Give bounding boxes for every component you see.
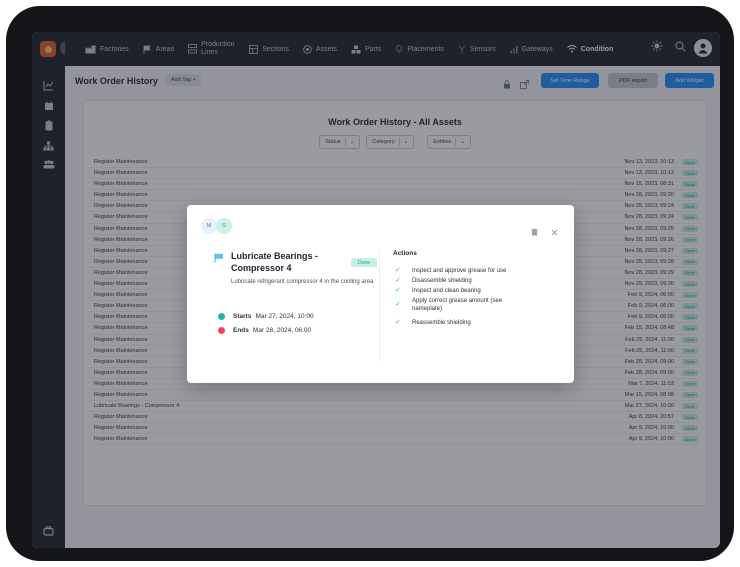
delete-icon[interactable] xyxy=(531,223,538,241)
modal-divider xyxy=(379,250,380,362)
action-item: ✓ Apply correct grease amount (see namepl… xyxy=(395,297,545,313)
ends-value: Mar 28, 2024, 06:00 xyxy=(252,327,312,334)
work-order-title: Lubricate Bearings - Compressor 4 xyxy=(231,251,319,273)
action-item: ✓ Inspect and approve grease for use xyxy=(395,267,545,275)
ends-label: Ends xyxy=(233,327,249,334)
start-time: Starts Mar 27, 2024, 10:00 xyxy=(218,313,314,320)
check-icon: ✓ xyxy=(395,277,401,284)
action-item: ✓ Reassemble shielding xyxy=(395,319,545,327)
avatar: M xyxy=(201,218,217,234)
work-order-detail-modal: M S Lubricate Bearings - Compressor 4 Do… xyxy=(187,205,574,383)
status-badge: Done xyxy=(351,258,377,267)
check-icon: ✓ xyxy=(395,301,401,308)
flag-icon xyxy=(214,250,224,268)
app-screen: › Factories Areas Production Lines Secti… xyxy=(32,32,720,548)
action-item: ✓ Inspect and clean bearing xyxy=(395,287,545,295)
starts-label: Starts xyxy=(233,313,252,320)
end-dot-icon xyxy=(218,327,225,334)
close-icon[interactable] xyxy=(551,223,558,241)
action-label: Inspect and clean bearing xyxy=(412,288,481,294)
action-label: Apply correct grease amount (see namepla… xyxy=(412,298,503,312)
action-label: Disassemble shielding xyxy=(412,278,472,284)
start-dot-icon xyxy=(218,313,225,320)
action-label: Reassemble shielding xyxy=(412,320,471,326)
end-time: Ends Mar 28, 2024, 06:00 xyxy=(218,327,311,334)
starts-value: Mar 27, 2024, 10:00 xyxy=(255,313,314,320)
actions-title: Actions xyxy=(393,250,417,257)
check-icon: ✓ xyxy=(395,267,401,274)
check-icon: ✓ xyxy=(395,287,401,294)
avatar: S xyxy=(216,218,232,234)
action-item: ✓ Disassemble shielding xyxy=(395,277,545,285)
work-order-description: Lubricate refrigerant compressor 4 in th… xyxy=(231,279,374,285)
action-label: Inspect and approve grease for use xyxy=(412,268,507,274)
check-icon: ✓ xyxy=(395,319,401,326)
tablet-frame: › Factories Areas Production Lines Secti… xyxy=(6,6,734,561)
